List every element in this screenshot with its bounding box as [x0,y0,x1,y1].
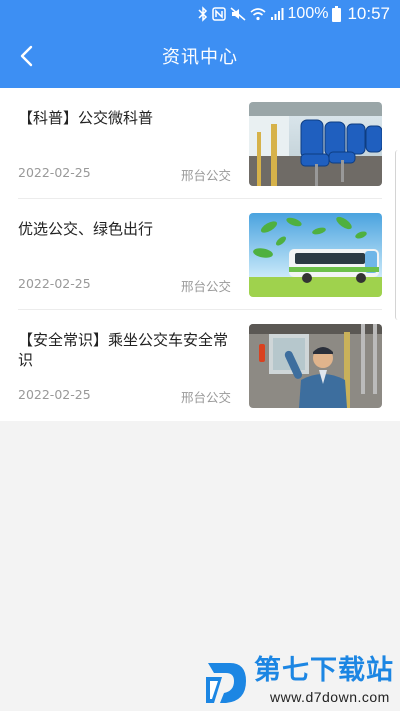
page-title: 资讯中心 [162,47,238,68]
news-source: 邢台公交 [180,168,231,183]
news-list: 【科普】公交微科普 2022-02-25 邢台公交 优选公交、绿色出行 2022… [0,88,400,421]
news-title: 优选公交、绿色出行 [18,220,154,238]
watermark-url: www.d7down.com [270,689,390,705]
news-title: 【科普】公交微科普 [18,109,154,127]
watermark: 第七下载站 www.d7down.com [204,655,394,707]
watermark-name: 第七下载站 [254,655,394,686]
mute-icon [230,7,246,21]
news-title: 【安全常识】乘坐公交车安全常识 [18,331,229,369]
news-source: 邢台公交 [180,390,231,405]
news-item[interactable]: 优选公交、绿色出行 2022-02-25 邢台公交 [0,199,400,310]
news-thumbnail [249,324,382,408]
app-header: 资讯中心 [0,28,400,88]
signal-icon [270,7,284,21]
news-date: 2022-02-25 [18,165,91,180]
status-bar: 100% 10:57 [0,0,400,28]
news-item[interactable]: 【安全常识】乘坐公交车安全常识 2022-02-25 邢台公交 [0,310,400,421]
clock: 10:57 [347,4,390,23]
news-item[interactable]: 【科普】公交微科普 2022-02-25 邢台公交 [0,88,400,199]
nfc-icon [211,7,226,21]
bluetooth-icon [198,6,208,22]
battery-percent: 100% [287,5,329,22]
scroll-edge-indicator [395,150,400,320]
battery-icon [332,6,342,22]
wifi-icon [250,7,266,21]
news-thumbnail [249,213,382,297]
news-thumbnail [249,102,382,186]
news-date: 2022-02-25 [18,387,91,402]
news-source: 邢台公交 [180,279,231,294]
d7-logo-icon [204,657,250,711]
news-date: 2022-02-25 [18,276,91,291]
